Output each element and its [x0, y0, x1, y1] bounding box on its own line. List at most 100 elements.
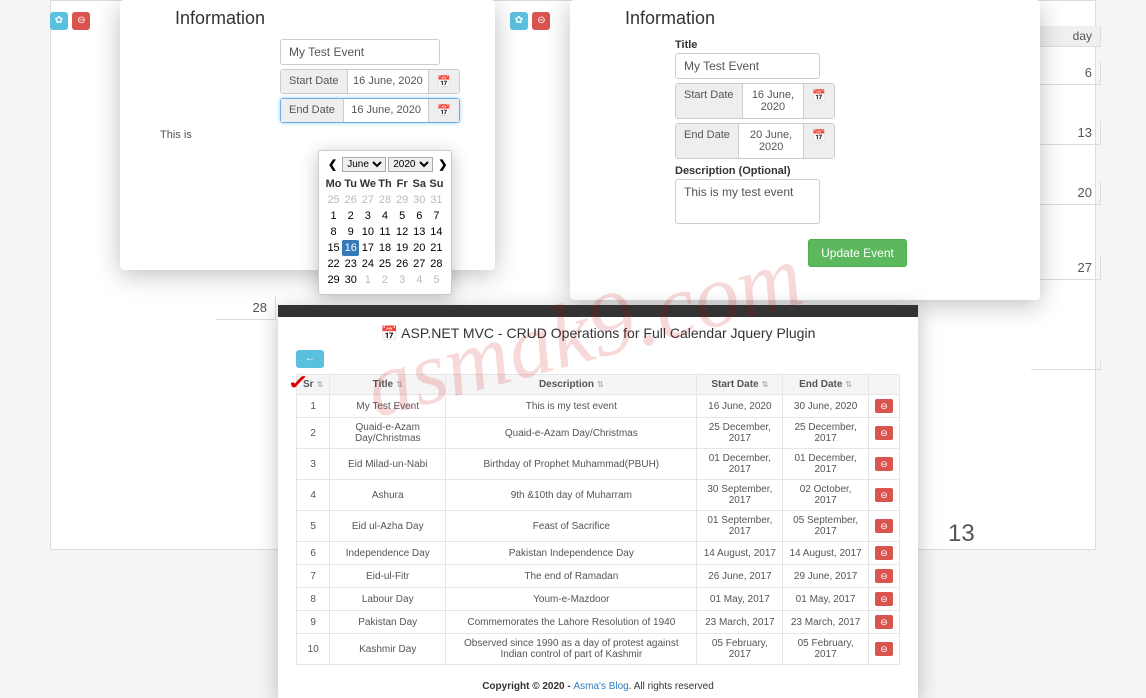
table-row[interactable]: 8Labour DayYoum-e-Mazdoor01 May, 201701 … — [297, 588, 900, 611]
calendar-header-day: day — [1031, 26, 1101, 47]
day-cell[interactable]: 23 — [342, 256, 359, 272]
day-other-month[interactable]: 26 — [342, 192, 359, 208]
table-row[interactable]: 7Eid-ul-FitrThe end of Ramadan26 June, 2… — [297, 565, 900, 588]
delete-row-button[interactable]: ⊖ — [875, 519, 893, 533]
day-cell[interactable]: 3 — [359, 208, 376, 224]
update-event-modal: Information Title Start Date 16 June, 20… — [570, 0, 1040, 300]
gear-icon[interactable]: ✿ — [50, 12, 68, 30]
calendar-cell-big[interactable]: 13 — [948, 520, 975, 548]
day-cell[interactable]: 12 — [394, 224, 411, 240]
day-cell[interactable]: 16 — [342, 240, 359, 256]
calendar-cell[interactable]: 27 — [1031, 256, 1101, 280]
calendar-cell[interactable]: 6 — [1031, 61, 1101, 85]
delete-row-button[interactable]: ⊖ — [875, 546, 893, 560]
calendar-cell[interactable]: 13 — [1031, 121, 1101, 145]
table-row[interactable]: 1My Test EventThis is my test event16 Ju… — [297, 395, 900, 418]
calendar-icon[interactable]: 📅 — [803, 84, 834, 118]
end-date-value[interactable]: 20 June, 2020 — [739, 124, 803, 158]
dow-header: Fr — [394, 176, 411, 192]
update-event-button[interactable]: Update Event — [808, 239, 907, 267]
start-date-value[interactable]: 16 June, 2020 — [348, 70, 429, 93]
start-date-value[interactable]: 16 June, 2020 — [743, 84, 804, 118]
day-cell[interactable]: 28 — [428, 256, 445, 272]
day-cell[interactable]: 15 — [325, 240, 342, 256]
column-header[interactable]: Description⇅ — [446, 375, 697, 395]
day-cell[interactable]: 5 — [394, 208, 411, 224]
delete-row-button[interactable]: ⊖ — [875, 399, 893, 413]
table-row[interactable]: 5Eid ul-Azha DayFeast of Sacrifice01 Sep… — [297, 511, 900, 542]
add-button[interactable]: ← — [296, 350, 324, 368]
blog-link[interactable]: Asma's Blog — [573, 681, 628, 692]
day-other-month[interactable]: 2 — [376, 272, 393, 288]
delete-icon[interactable]: ⊖ — [532, 12, 550, 30]
footer: Copyright © 2020 - Asma's Blog. All righ… — [278, 675, 918, 698]
day-other-month[interactable]: 4 — [411, 272, 428, 288]
day-cell[interactable]: 8 — [325, 224, 342, 240]
calendar-icon[interactable]: 📅 — [428, 99, 459, 122]
day-cell[interactable]: 6 — [411, 208, 428, 224]
day-cell[interactable]: 19 — [394, 240, 411, 256]
day-other-month[interactable]: 5 — [428, 272, 445, 288]
day-cell[interactable]: 26 — [394, 256, 411, 272]
day-other-month[interactable]: 27 — [359, 192, 376, 208]
delete-row-button[interactable]: ⊖ — [875, 615, 893, 629]
day-cell[interactable]: 4 — [376, 208, 393, 224]
day-cell[interactable]: 22 — [325, 256, 342, 272]
table-row[interactable]: 9Pakistan DayCommemorates the Lahore Res… — [297, 611, 900, 634]
day-cell[interactable]: 27 — [411, 256, 428, 272]
gear-icon[interactable]: ✿ — [510, 12, 528, 30]
table-row[interactable]: 6Independence DayPakistan Independence D… — [297, 542, 900, 565]
description-input[interactable] — [675, 179, 820, 224]
day-cell[interactable]: 24 — [359, 256, 376, 272]
day-other-month[interactable]: 29 — [394, 192, 411, 208]
calendar-cell[interactable] — [1031, 361, 1101, 370]
calendar-icon[interactable]: 📅 — [428, 70, 459, 93]
day-cell[interactable]: 7 — [428, 208, 445, 224]
delete-row-button[interactable]: ⊖ — [875, 426, 893, 440]
delete-row-button[interactable]: ⊖ — [875, 592, 893, 606]
calendar-icon[interactable]: 📅 — [803, 124, 834, 158]
day-cell[interactable]: 9 — [342, 224, 359, 240]
day-other-month[interactable]: 3 — [394, 272, 411, 288]
day-other-month[interactable]: 30 — [411, 192, 428, 208]
day-cell[interactable]: 1 — [325, 208, 342, 224]
day-cell[interactable]: 13 — [411, 224, 428, 240]
delete-row-button[interactable]: ⊖ — [875, 488, 893, 502]
day-cell[interactable]: 14 — [428, 224, 445, 240]
day-cell[interactable]: 25 — [376, 256, 393, 272]
end-date-value[interactable]: 16 June, 2020 — [344, 99, 428, 122]
next-month-button[interactable]: ❯ — [435, 158, 450, 171]
year-select[interactable]: 2020 — [388, 157, 433, 172]
delete-row-button[interactable]: ⊖ — [875, 642, 893, 656]
day-other-month[interactable]: 1 — [359, 272, 376, 288]
day-cell[interactable]: 30 — [342, 272, 359, 288]
delete-icon[interactable]: ⊖ — [72, 12, 90, 30]
month-select[interactable]: June — [342, 157, 386, 172]
table-row[interactable]: 4Ashura9th &10th day of Muharram30 Septe… — [297, 480, 900, 511]
day-cell[interactable]: 11 — [376, 224, 393, 240]
day-other-month[interactable]: 25 — [325, 192, 342, 208]
table-row[interactable]: 3Eid Milad-un-NabiBirthday of Prophet Mu… — [297, 449, 900, 480]
day-other-month[interactable]: 28 — [376, 192, 393, 208]
title-input[interactable] — [675, 53, 820, 79]
delete-row-button[interactable]: ⊖ — [875, 457, 893, 471]
day-cell[interactable]: 17 — [359, 240, 376, 256]
table-row[interactable]: 10Kashmir DayObserved since 1990 as a da… — [297, 634, 900, 665]
title-input[interactable] — [280, 39, 440, 65]
day-cell[interactable]: 20 — [411, 240, 428, 256]
prev-month-button[interactable]: ❮ — [325, 158, 340, 171]
day-cell[interactable]: 10 — [359, 224, 376, 240]
day-cell[interactable]: 21 — [428, 240, 445, 256]
calendar-cell[interactable]: 20 — [1031, 181, 1101, 205]
day-cell[interactable]: 18 — [376, 240, 393, 256]
start-date-label: Start Date — [676, 84, 743, 118]
column-header[interactable]: Start Date⇅ — [697, 375, 783, 395]
day-cell[interactable]: 2 — [342, 208, 359, 224]
column-header[interactable]: Title⇅ — [330, 375, 446, 395]
delete-row-button[interactable]: ⊖ — [875, 569, 893, 583]
day-other-month[interactable]: 31 — [428, 192, 445, 208]
table-row[interactable]: 2Quaid-e-Azam Day/ChristmasQuaid-e-Azam … — [297, 418, 900, 449]
calendar-cell[interactable]: 28 — [216, 296, 276, 320]
day-cell[interactable]: 29 — [325, 272, 342, 288]
column-header[interactable]: End Date⇅ — [783, 375, 869, 395]
